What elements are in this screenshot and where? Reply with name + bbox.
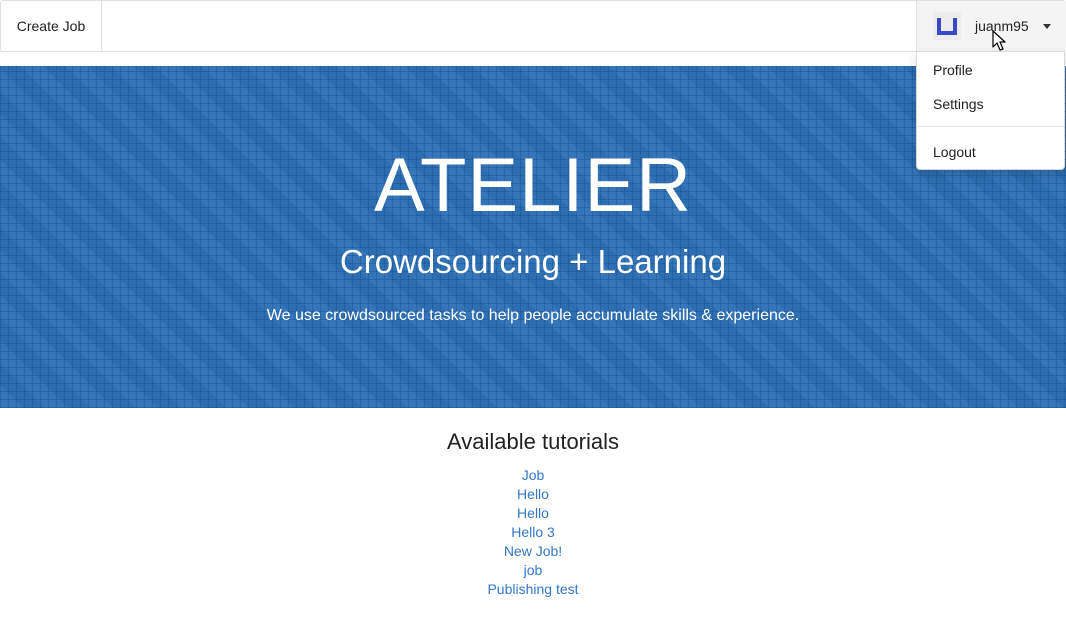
tutorial-link[interactable]: job bbox=[524, 562, 543, 578]
menu-item-settings[interactable]: Settings bbox=[917, 92, 1064, 126]
create-job-link[interactable]: Create Job bbox=[1, 1, 102, 51]
hero-banner: ATELIER Crowdsourcing + Learning We use … bbox=[0, 66, 1066, 408]
create-job-label: Create Job bbox=[16, 18, 86, 34]
tutorial-link[interactable]: Hello bbox=[517, 486, 549, 502]
tutorial-link[interactable]: Hello 3 bbox=[511, 524, 555, 540]
tutorials-section: Available tutorials Job Hello Hello Hell… bbox=[0, 428, 1066, 599]
list-item: Hello 3 bbox=[0, 523, 1066, 542]
caret-down-icon bbox=[1042, 24, 1051, 29]
hero-subtitle: Crowdsourcing + Learning bbox=[339, 243, 727, 280]
list-item: Publishing test bbox=[0, 580, 1066, 599]
list-item: Hello bbox=[0, 485, 1066, 504]
list-item: Job bbox=[0, 466, 1066, 485]
top-navbar: Create Job juanm95 bbox=[0, 0, 1066, 52]
menu-item-logout[interactable]: Logout bbox=[917, 140, 1064, 174]
tutorial-link[interactable]: Hello bbox=[517, 505, 549, 521]
user-menu-toggle[interactable]: juanm95 bbox=[916, 1, 1066, 51]
tutorial-link[interactable]: Publishing test bbox=[487, 581, 578, 597]
mouse-pointer-icon bbox=[992, 30, 1006, 51]
tutorials-list: Job Hello Hello Hello 3 New Job! job Pub… bbox=[0, 466, 1066, 599]
list-item: job bbox=[0, 561, 1066, 580]
tutorial-link[interactable]: New Job! bbox=[504, 543, 562, 559]
tutorials-heading: Available tutorials bbox=[446, 429, 620, 454]
hero-description: We use crowdsourced tasks to help people… bbox=[266, 307, 800, 324]
list-item: Hello bbox=[0, 504, 1066, 523]
tutorial-link[interactable]: Job bbox=[522, 467, 545, 483]
user-dropdown-menu: Profile Settings Logout bbox=[916, 51, 1065, 170]
avatar-icon bbox=[933, 12, 961, 40]
list-item: New Job! bbox=[0, 542, 1066, 561]
menu-divider bbox=[917, 126, 1064, 127]
hero-title: ATELIER bbox=[373, 143, 693, 228]
menu-item-profile[interactable]: Profile bbox=[917, 58, 1064, 92]
